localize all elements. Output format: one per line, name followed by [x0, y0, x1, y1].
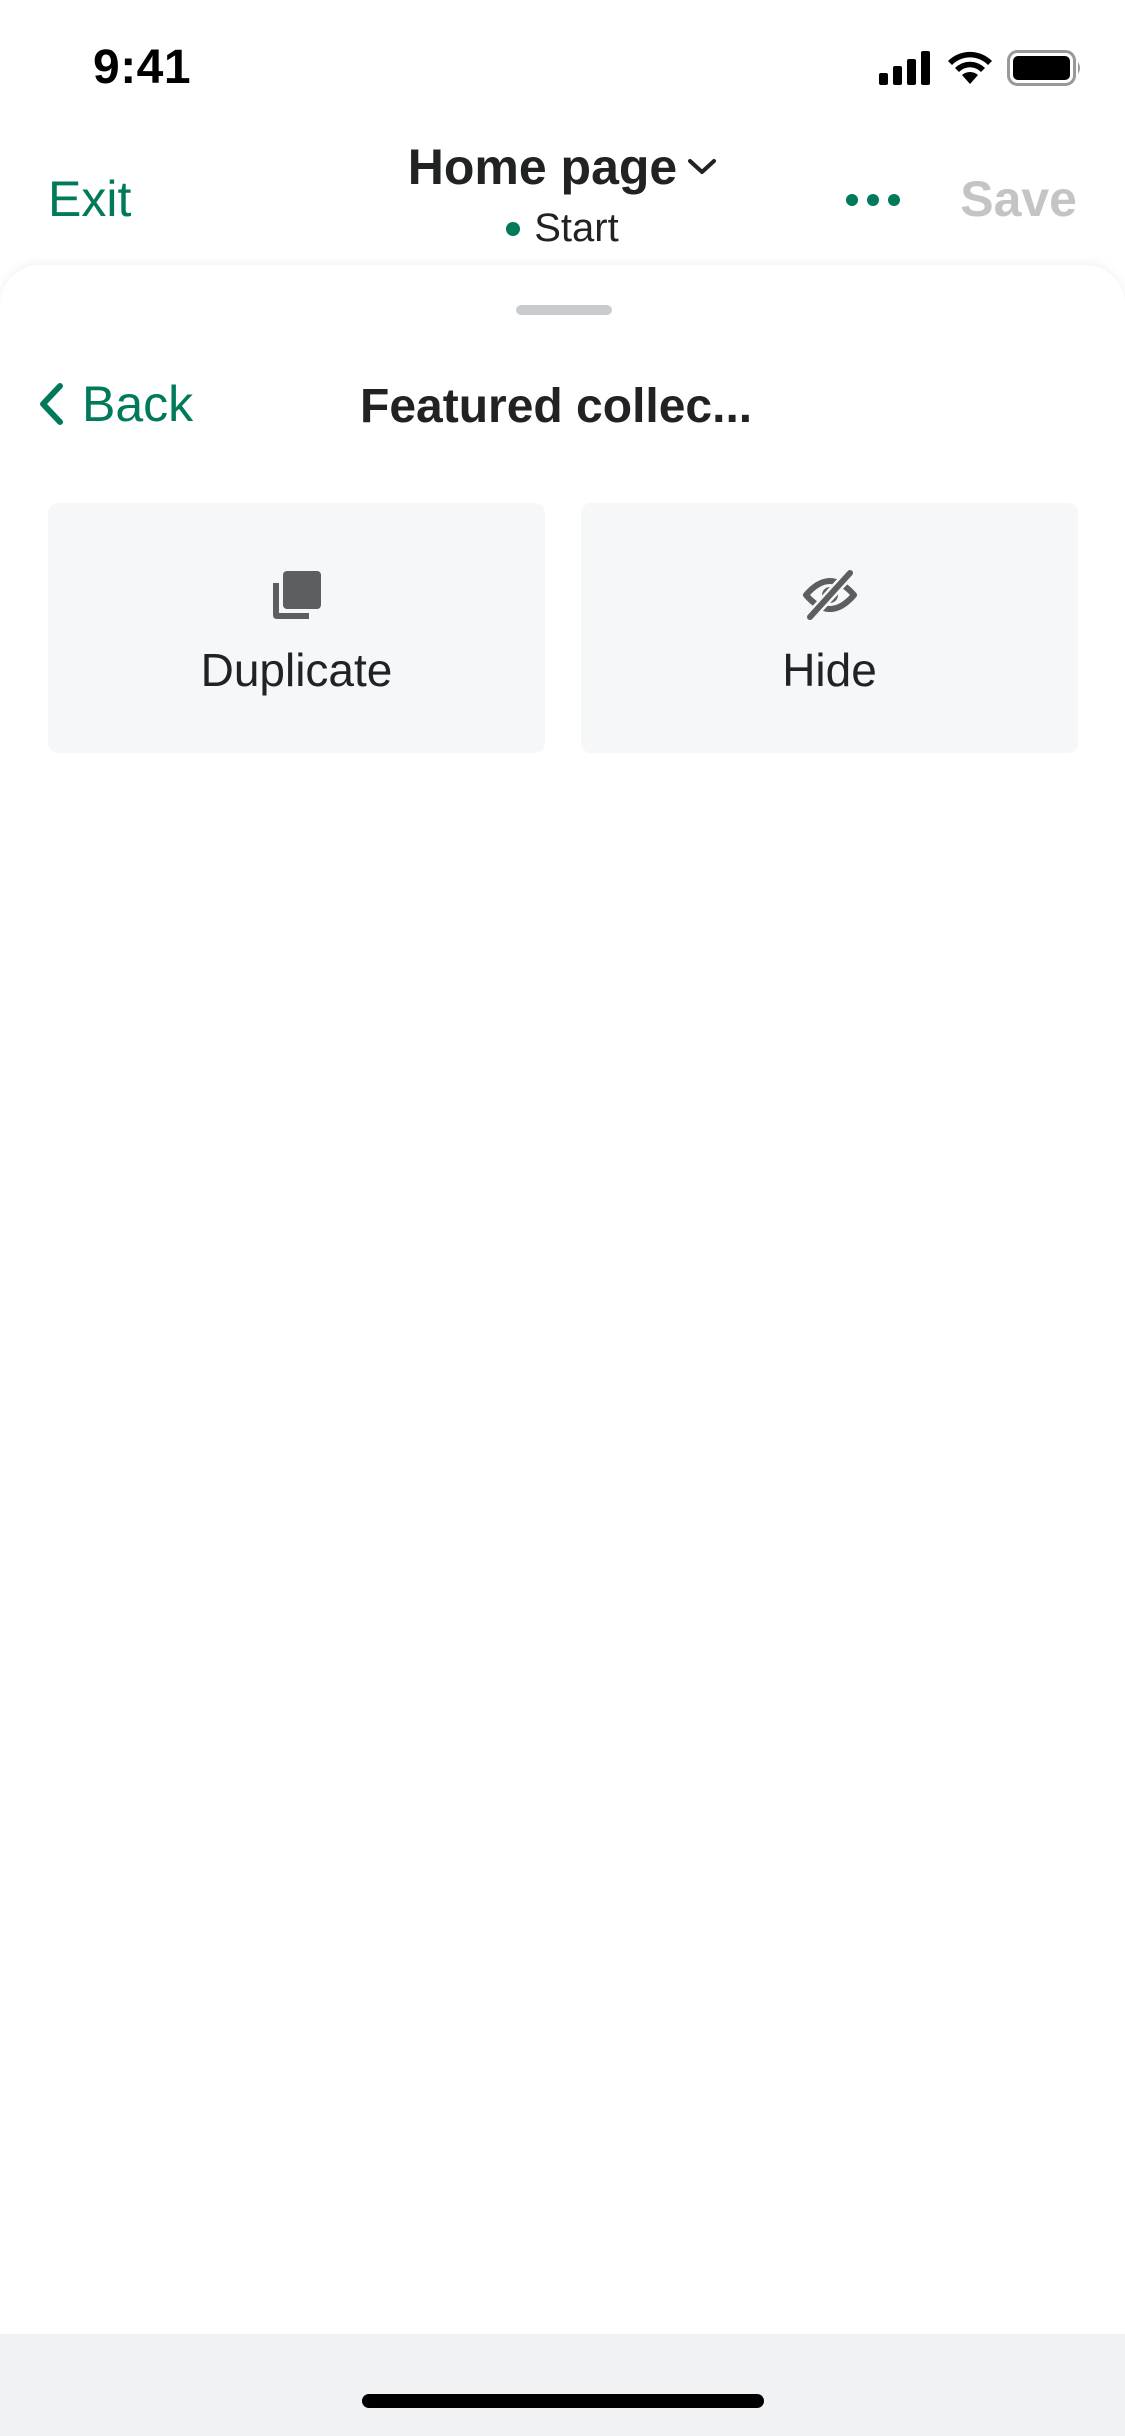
status-bar: 9:41 — [0, 0, 1125, 135]
action-grid: Duplicate Hide — [48, 503, 1078, 753]
home-indicator-area — [0, 2334, 1125, 2436]
chevron-left-icon — [40, 383, 63, 425]
page-title: Home page — [407, 139, 678, 195]
sheet-header: Back Featured collec... — [0, 355, 1125, 465]
back-button[interactable]: Back — [38, 375, 193, 433]
duplicate-icon — [272, 571, 321, 619]
home-indicator[interactable] — [362, 2394, 764, 2408]
back-label: Back — [82, 376, 194, 432]
wifi-icon — [948, 51, 992, 84]
duplicate-button[interactable]: Duplicate — [48, 503, 545, 753]
sheet-grabber[interactable] — [516, 305, 612, 315]
section-actions-sheet: Back Featured collec... Duplicate Hide — [0, 265, 1125, 2335]
page-selector[interactable]: Home page Start — [0, 138, 1125, 251]
hide-icon — [802, 569, 857, 621]
theme-name: Start — [534, 206, 619, 250]
hide-label: Hide — [782, 644, 877, 696]
hide-button[interactable]: Hide — [581, 503, 1078, 753]
chevron-down-icon — [688, 159, 717, 174]
page-title-row[interactable]: Home page — [408, 138, 718, 196]
theme-editor-screen: 9:41 Exit Home page Start Save Back Feat… — [0, 0, 1125, 2436]
battery-icon — [1007, 50, 1080, 86]
status-time: 9:41 — [93, 41, 192, 94]
status-icons — [879, 48, 1083, 88]
theme-status: Start — [506, 206, 619, 251]
cellular-signal-icon — [879, 51, 930, 85]
save-button[interactable]: Save — [960, 170, 1077, 228]
more-horizontal-icon[interactable] — [846, 188, 900, 212]
section-title: Featured collec... — [360, 380, 753, 433]
duplicate-label: Duplicate — [200, 644, 393, 696]
top-navigation: Exit Home page Start Save — [0, 130, 1125, 270]
status-dot-icon — [506, 221, 521, 236]
